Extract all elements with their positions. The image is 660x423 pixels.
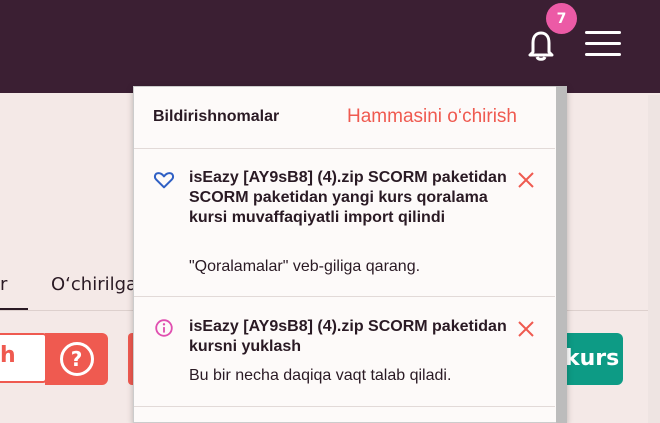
hamburger-menu-icon[interactable] — [585, 31, 621, 57]
new-course-button-label: kurs — [565, 346, 620, 371]
help-button[interactable]: ? — [45, 333, 108, 385]
notification-title: isEazy [AY9sB8] (4).zip SCORM paketidan … — [189, 318, 507, 355]
divider — [134, 406, 555, 407]
divider — [134, 296, 555, 297]
right-edge-panel — [648, 95, 660, 423]
clear-all-button[interactable]: Hammasini o‘chirish — [347, 106, 517, 128]
scrollbar[interactable] — [556, 86, 567, 423]
tab-active[interactable]: r — [0, 274, 7, 295]
question-icon: ? — [59, 342, 94, 376]
notification-count-badge: 7 — [546, 3, 577, 34]
search-input-text: h — [0, 343, 16, 368]
heart-icon — [153, 172, 175, 189]
notification-body: Bu bir necha daqiqa vaqt talab qiladi. — [189, 367, 452, 384]
top-bar: 7 — [0, 0, 660, 93]
tab-deleted[interactable]: O‘chirilgan — [51, 274, 133, 295]
divider — [134, 148, 555, 149]
close-icon[interactable] — [517, 171, 535, 189]
bell-icon[interactable] — [527, 30, 555, 62]
info-icon — [155, 319, 173, 337]
notification-body: "Qoralamalar" veb-giliga qarang. — [189, 258, 421, 275]
notification-title: isEazy [AY9sB8] (4).zip SCORM paketidan … — [189, 169, 507, 226]
close-icon[interactable] — [517, 320, 535, 338]
notifications-title: Bildirishnomalar — [153, 108, 280, 125]
notifications-panel: Bildirishnomalar Hammasini o‘chirish isE… — [133, 86, 567, 423]
